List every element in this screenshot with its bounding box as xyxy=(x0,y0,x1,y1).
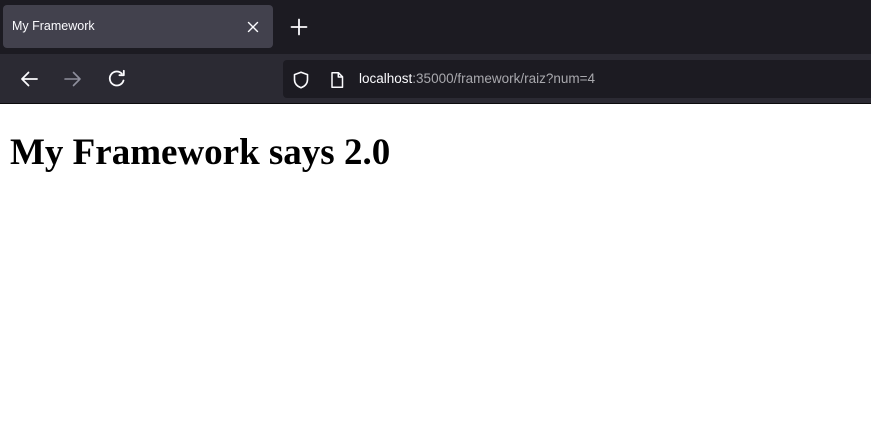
page-content: My Framework says 2.0 xyxy=(0,104,871,430)
tab-title: My Framework xyxy=(12,19,95,33)
arrow-right-icon xyxy=(64,71,81,87)
reload-icon xyxy=(108,69,125,87)
arrow-left-icon xyxy=(21,71,38,87)
plus-icon xyxy=(290,18,308,36)
url-path: :35000/framework/raiz?num=4 xyxy=(412,71,596,86)
close-icon xyxy=(247,21,259,33)
url-text[interactable]: localhost:35000/framework/raiz?num=4 xyxy=(359,60,595,98)
site-info-button[interactable] xyxy=(327,70,347,90)
reload-button[interactable] xyxy=(103,65,131,93)
back-button[interactable] xyxy=(15,65,43,93)
new-tab-button[interactable] xyxy=(285,13,313,41)
page-heading: My Framework says 2.0 xyxy=(10,132,391,173)
tracking-protection-button[interactable] xyxy=(291,70,311,90)
tab-active[interactable]: My Framework xyxy=(3,5,273,48)
tab-strip: My Framework xyxy=(0,0,871,54)
page-icon xyxy=(331,72,344,88)
tab-close-button[interactable] xyxy=(243,17,263,37)
browser-window: My Framework localhost:35000/framework/r… xyxy=(0,0,871,430)
shield-icon xyxy=(293,71,309,89)
navigation-toolbar: localhost:35000/framework/raiz?num=4 xyxy=(0,54,871,104)
url-bar[interactable]: localhost:35000/framework/raiz?num=4 xyxy=(283,60,871,98)
forward-button[interactable] xyxy=(59,65,87,93)
url-host: localhost xyxy=(359,71,413,86)
